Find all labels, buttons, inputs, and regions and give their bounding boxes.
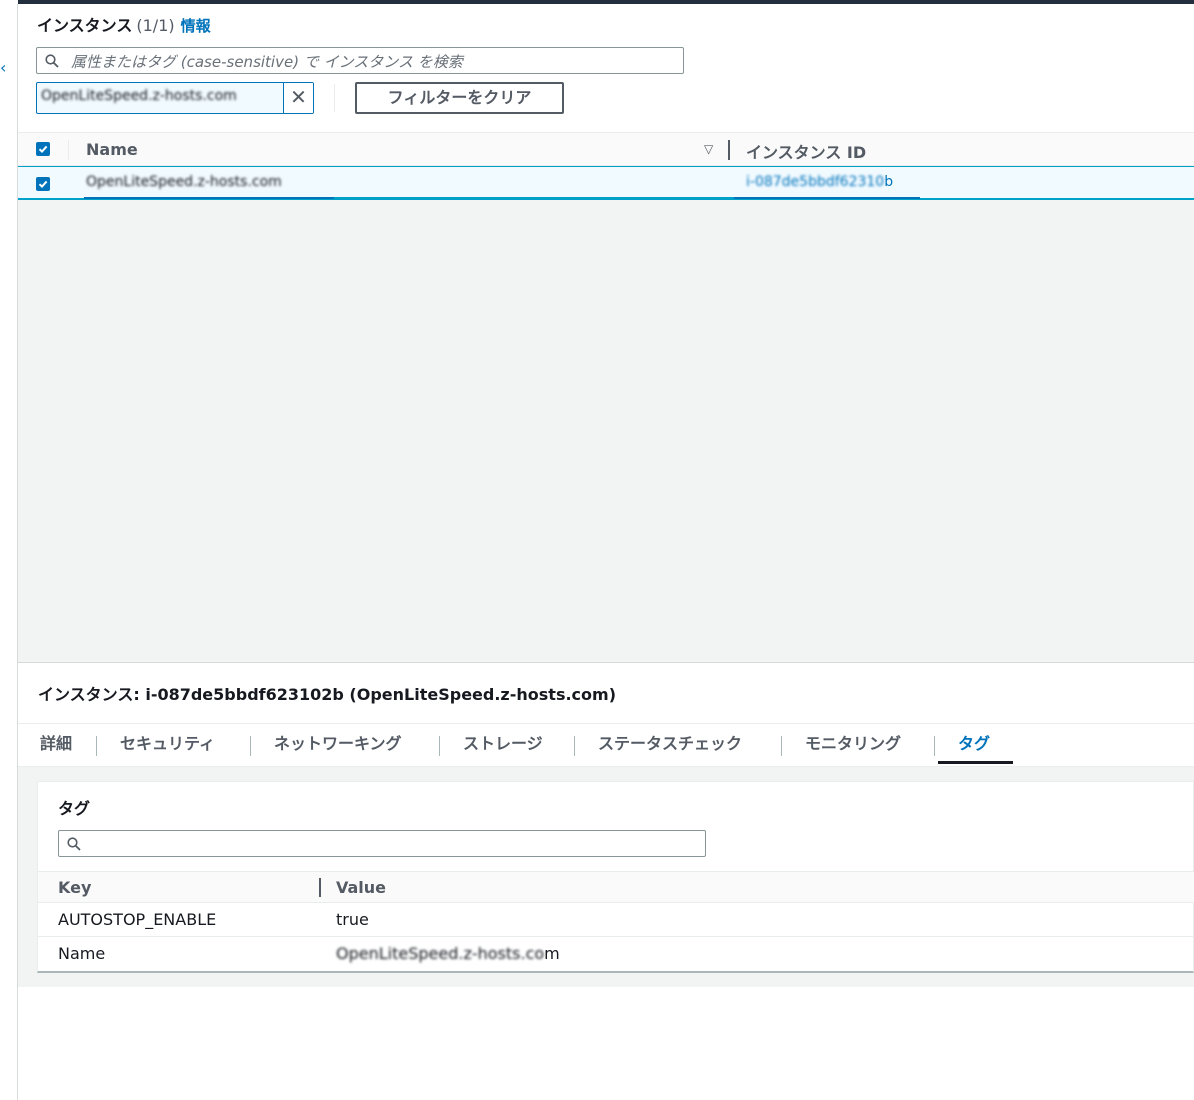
instance-search-input[interactable]: 属性またはタグ (case-sensitive) で インスタンス を検索 <box>36 47 684 74</box>
name-edit-underline <box>84 197 334 199</box>
tag-row: Name OpenLiteSpeed.z-hosts.com <box>38 937 1194 971</box>
column-header-value[interactable]: Value <box>336 878 386 897</box>
tags-search-input[interactable] <box>58 830 706 857</box>
tag-row: AUTOSTOP_ENABLE true <box>38 903 1194 937</box>
detail-title: インスタンス: i-087de5bbdf623102b (OpenLiteSpe… <box>38 685 617 704</box>
row-underline <box>334 197 734 199</box>
tag-value-prefix: OpenLiteSpeed.z-hosts.co <box>336 944 545 963</box>
tags-title: タグ <box>58 799 91 818</box>
tab-security[interactable]: セキュリティ <box>120 724 215 764</box>
column-resizer[interactable] <box>319 878 321 897</box>
tab-details[interactable]: 詳細 <box>40 724 72 764</box>
filter-token[interactable]: OpenLiteSpeed.z-hosts.com ✕ <box>36 82 314 114</box>
tab-divider <box>574 736 575 756</box>
tag-key: Name <box>58 944 106 963</box>
tab-networking[interactable]: ネットワーキング <box>274 724 402 764</box>
tag-value-suffix: m <box>544 944 560 963</box>
column-divider <box>68 140 69 160</box>
filter-token-value: OpenLiteSpeed.z-hosts.com <box>41 88 237 104</box>
tab-monitoring[interactable]: モニタリング <box>805 724 901 764</box>
close-icon[interactable]: ✕ <box>283 83 313 113</box>
instances-title-label: インスタンス <box>37 16 133 35</box>
column-header-name[interactable]: Name <box>86 140 138 159</box>
tab-storage[interactable]: ストレージ <box>463 724 543 764</box>
tag-value: OpenLiteSpeed.z-hosts.com <box>336 944 560 963</box>
active-tab-indicator <box>938 761 1013 764</box>
instances-title: インスタンス (1/1) 情報 <box>37 12 211 36</box>
token-divider <box>334 84 335 112</box>
instance-detail-panel: インスタンス: i-087de5bbdf623102b (OpenLiteSpe… <box>18 662 1194 987</box>
tab-divider <box>96 736 97 756</box>
instance-id-suffix: b <box>884 174 894 190</box>
tags-table-header: Key Value <box>38 871 1194 903</box>
tab-status-checks[interactable]: ステータスチェック <box>598 724 742 764</box>
detail-tabs: 詳細 セキュリティ ネットワーキング ストレージ ステータスチェック モニタリン… <box>18 723 1194 767</box>
tags-panel: タグ Key Value AUTOSTOP_ENABLE true Name O… <box>18 767 1194 987</box>
tab-divider <box>439 736 440 756</box>
instances-count: (1/1) <box>136 16 175 35</box>
tab-divider <box>934 736 935 756</box>
tab-divider <box>250 736 251 756</box>
tab-divider <box>781 736 782 756</box>
table-row[interactable]: OpenLiteSpeed.z-hosts.com i-087de5bbdf62… <box>18 166 1194 200</box>
collapse-icon[interactable]: ‹ <box>0 58 8 77</box>
instance-name[interactable]: OpenLiteSpeed.z-hosts.com <box>86 174 282 190</box>
select-all-checkbox[interactable] <box>36 142 50 156</box>
tag-key: AUTOSTOP_ENABLE <box>58 910 217 929</box>
search-placeholder: 属性またはタグ (case-sensitive) で インスタンス を検索 <box>71 53 463 71</box>
column-header-key[interactable]: Key <box>58 878 91 897</box>
instances-panel: インスタンス (1/1) 情報 属性またはタグ (case-sensitive) で… <box>18 4 1194 662</box>
column-resizer[interactable] <box>728 140 730 160</box>
tag-value: true <box>336 910 369 929</box>
clear-filters-button[interactable]: フィルターをクリア <box>355 82 564 114</box>
instance-id-prefix: i-087de5bbdf62310 <box>746 174 885 190</box>
table-header: Name ▽ インスタンス ID <box>18 132 1194 166</box>
instance-id-link[interactable]: i-087de5bbdf62310b <box>746 174 893 190</box>
row-checkbox[interactable] <box>36 177 50 191</box>
instance-id-underline <box>734 197 920 199</box>
side-nav-edge: ‹ <box>0 0 18 1100</box>
tab-tags[interactable]: タグ <box>958 724 990 764</box>
column-header-instance-id[interactable]: インスタンス ID <box>746 139 866 163</box>
info-link[interactable]: 情報 <box>181 17 211 35</box>
sort-down-icon[interactable]: ▽ <box>704 142 713 156</box>
search-icon <box>67 837 81 851</box>
instances-header-area: インスタンス (1/1) 情報 属性またはタグ (case-sensitive) で… <box>18 4 1194 132</box>
tags-card: タグ Key Value AUTOSTOP_ENABLE true Name O… <box>37 781 1194 973</box>
search-icon <box>45 54 59 68</box>
